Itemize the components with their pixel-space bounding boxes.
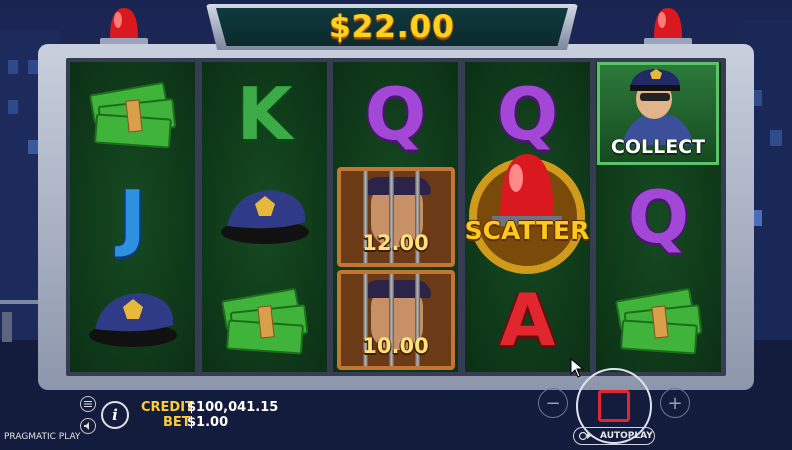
sound-button[interactable] bbox=[80, 418, 96, 434]
police-hat-icon bbox=[88, 292, 177, 347]
credit-value: $100,041.15 bbox=[187, 400, 279, 415]
letter-j: J bbox=[119, 174, 146, 259]
brand-label: PRAGMATIC PLAY bbox=[4, 432, 81, 442]
police-hat-symbol bbox=[202, 165, 327, 268]
menu-icon bbox=[84, 401, 92, 407]
police-hat-icon bbox=[220, 189, 309, 244]
siren-scatter-icon bbox=[469, 154, 585, 274]
info-button[interactable]: i bbox=[101, 401, 129, 429]
police-officer-icon bbox=[622, 69, 694, 145]
jail-cell: 12.00 bbox=[336, 166, 455, 267]
cash-value: 12.00 bbox=[362, 230, 429, 255]
letter-a: A bbox=[499, 277, 556, 362]
letter-q: Q bbox=[496, 71, 559, 156]
jailed-robber-symbol: 12.00 bbox=[333, 165, 458, 268]
cursor-icon bbox=[570, 358, 585, 378]
reel-1: J bbox=[70, 62, 195, 372]
letter-symbol: Q bbox=[596, 165, 721, 268]
win-amount: $22.00 bbox=[329, 9, 455, 45]
cash-icon bbox=[217, 287, 313, 355]
credit-label: CREDIT bbox=[141, 400, 194, 415]
jailed-robber-symbol: 10.00 bbox=[333, 268, 458, 371]
letter-symbol: Q bbox=[333, 62, 458, 165]
letter-q: Q bbox=[364, 71, 427, 156]
jail-cell: 10.00 bbox=[336, 269, 455, 370]
cash-symbol bbox=[202, 268, 327, 371]
cash-symbol bbox=[596, 268, 721, 371]
collect-symbol: COLLECT bbox=[597, 62, 719, 165]
cash-value: 10.00 bbox=[362, 333, 429, 358]
letter-symbol: J bbox=[70, 165, 195, 268]
stop-icon bbox=[598, 390, 630, 422]
bet-increase-button[interactable]: + bbox=[660, 388, 690, 418]
menu-button[interactable] bbox=[80, 396, 96, 412]
robber-hat-icon bbox=[362, 176, 431, 195]
scatter-symbol: SCATTER bbox=[462, 146, 592, 276]
letter-symbol: K bbox=[202, 62, 327, 165]
bet-decrease-button[interactable]: − bbox=[538, 388, 568, 418]
scatter-label: SCATTER bbox=[464, 216, 590, 245]
letter-symbol: A bbox=[465, 268, 590, 371]
bet-value: $1.00 bbox=[187, 415, 229, 430]
police-hat-symbol bbox=[70, 268, 195, 371]
cash-icon bbox=[85, 81, 181, 149]
autoplay-button[interactable]: AUTOPLAY bbox=[573, 427, 655, 445]
minus-icon: − bbox=[545, 392, 561, 414]
speaker-icon bbox=[84, 422, 89, 430]
cash-icon bbox=[611, 287, 707, 355]
collect-label: COLLECT bbox=[610, 136, 706, 158]
win-display: $22.00 bbox=[216, 8, 568, 46]
robber-hat-icon bbox=[362, 279, 431, 298]
autoplay-icon bbox=[578, 431, 591, 441]
reel-2: K bbox=[202, 62, 327, 372]
cash-symbol bbox=[70, 62, 195, 165]
letter-q: Q bbox=[627, 174, 690, 259]
plus-icon: + bbox=[667, 392, 683, 414]
reel-3: Q 12.00 10.00 bbox=[333, 62, 458, 372]
letter-k: K bbox=[236, 71, 293, 156]
autoplay-label: AUTOPLAY bbox=[600, 431, 653, 441]
